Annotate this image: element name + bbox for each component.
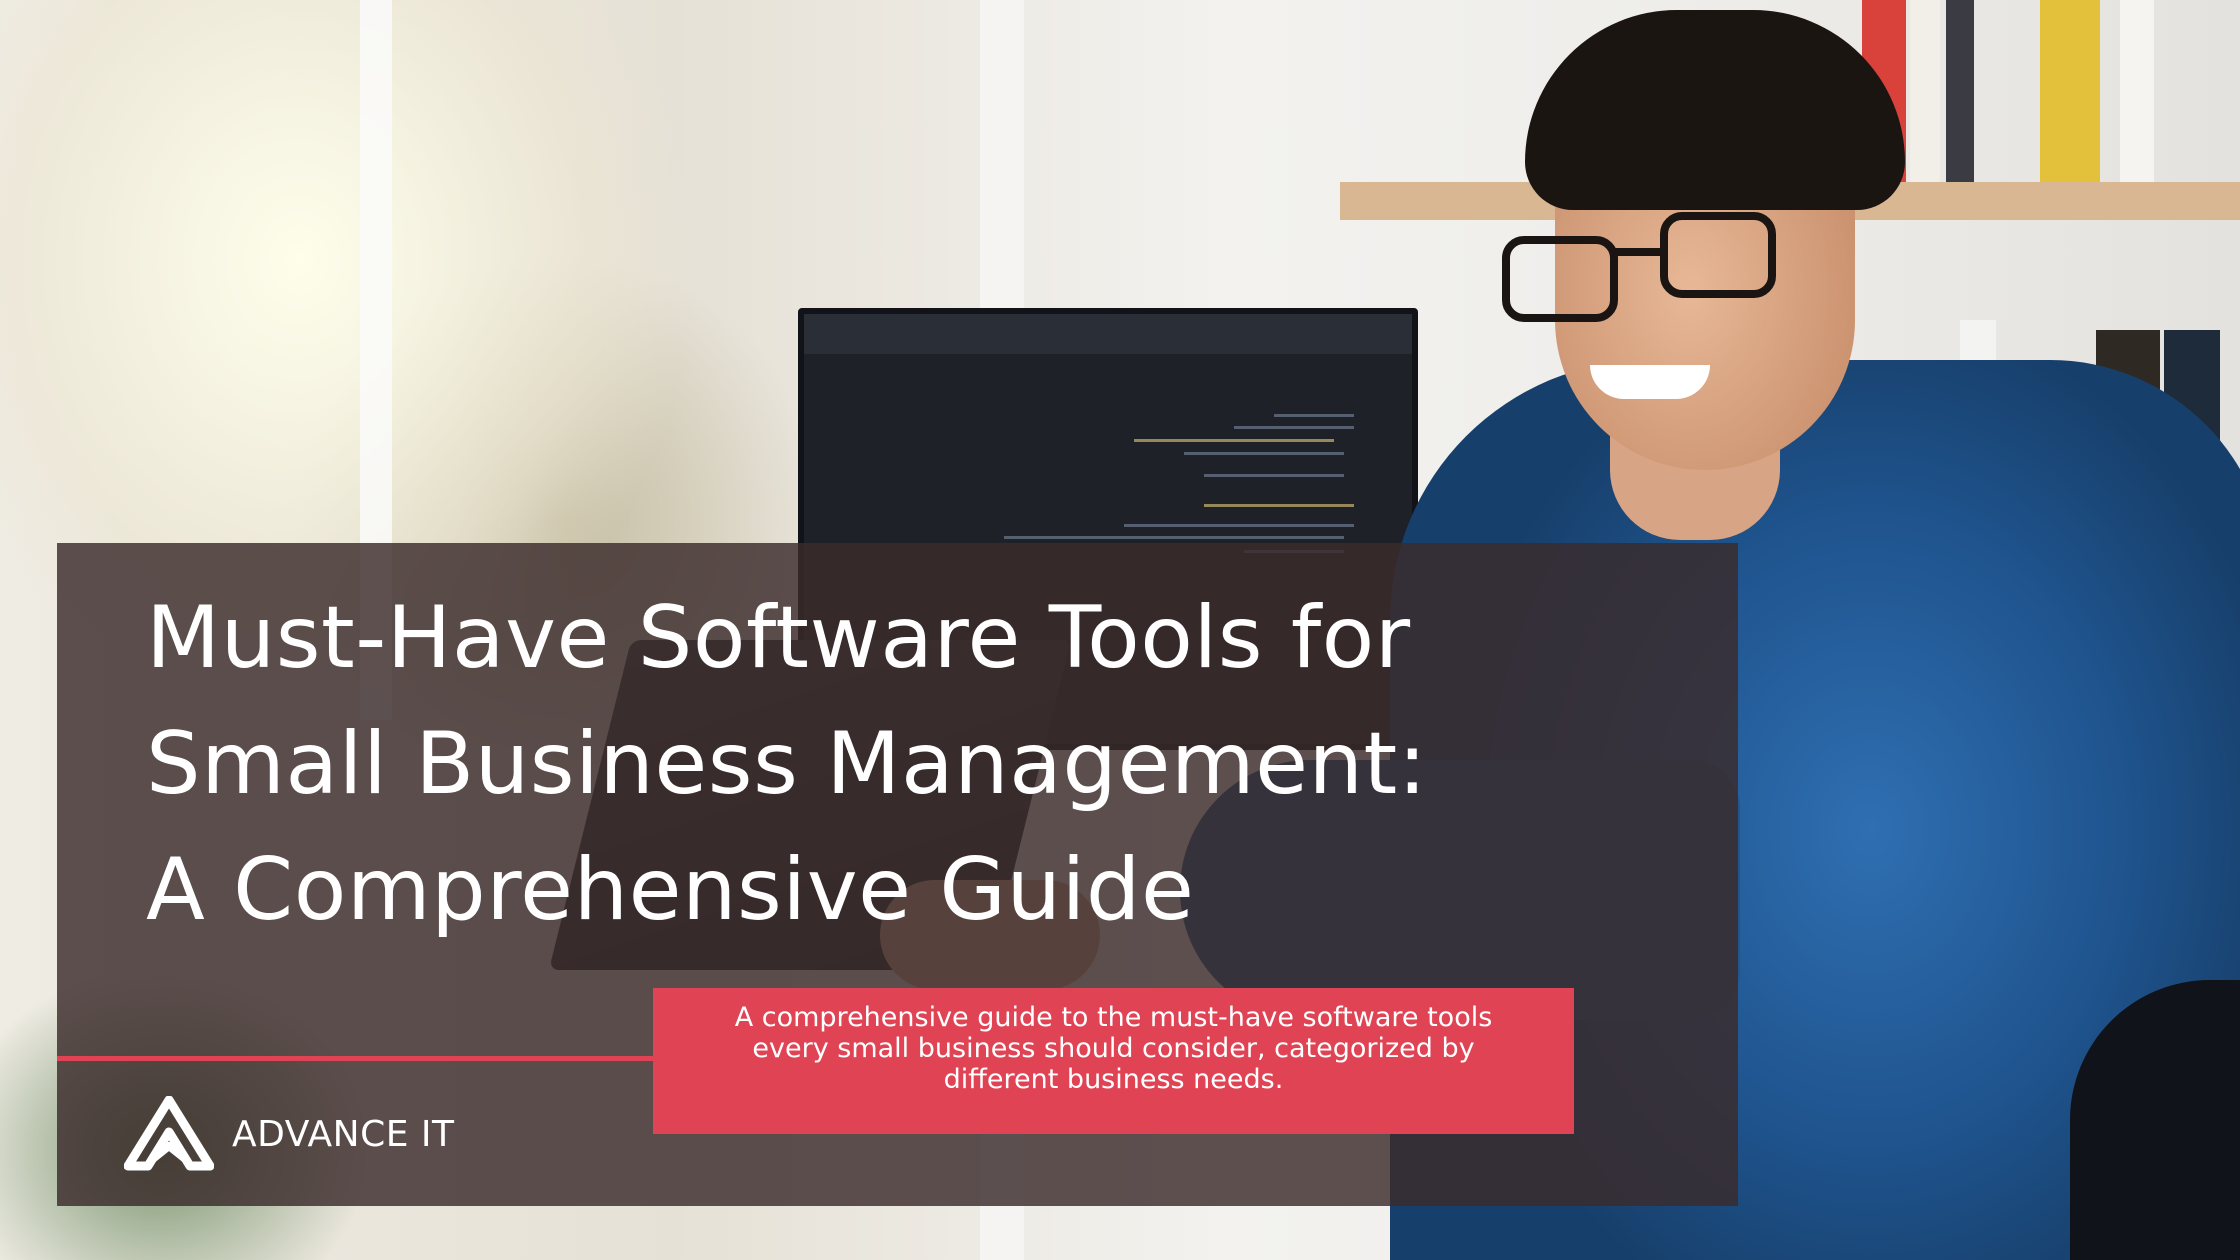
monitor-toolbar	[804, 314, 1412, 354]
brand-name: ADVANCE IT	[232, 1113, 455, 1155]
book	[2040, 0, 2100, 182]
title-line-3: A Comprehensive Guide	[146, 840, 1195, 940]
title-line-2: Small Business Management:	[146, 714, 1428, 814]
glasses-lens-right	[1660, 212, 1776, 298]
advance-it-logo-icon	[124, 1096, 214, 1171]
subtitle-banner: A comprehensive guide to the must-have s…	[653, 988, 1574, 1134]
title-line-1: Must-Have Software Tools for	[146, 588, 1411, 688]
glasses-bridge	[1610, 248, 1666, 256]
subtitle-text: A comprehensive guide to the must-have s…	[734, 1002, 1493, 1095]
page-title: Must-Have Software Tools for Small Busin…	[146, 575, 1646, 953]
brand-logo-group[interactable]: ADVANCE IT	[124, 1096, 455, 1172]
smile	[1590, 365, 1710, 399]
glasses-lens-left	[1502, 236, 1618, 322]
book	[2120, 0, 2154, 182]
accent-divider	[57, 1056, 654, 1061]
book	[1946, 0, 1974, 182]
hero-banner: Must-Have Software Tools for Small Busin…	[0, 0, 2240, 1260]
book	[1910, 0, 1940, 182]
